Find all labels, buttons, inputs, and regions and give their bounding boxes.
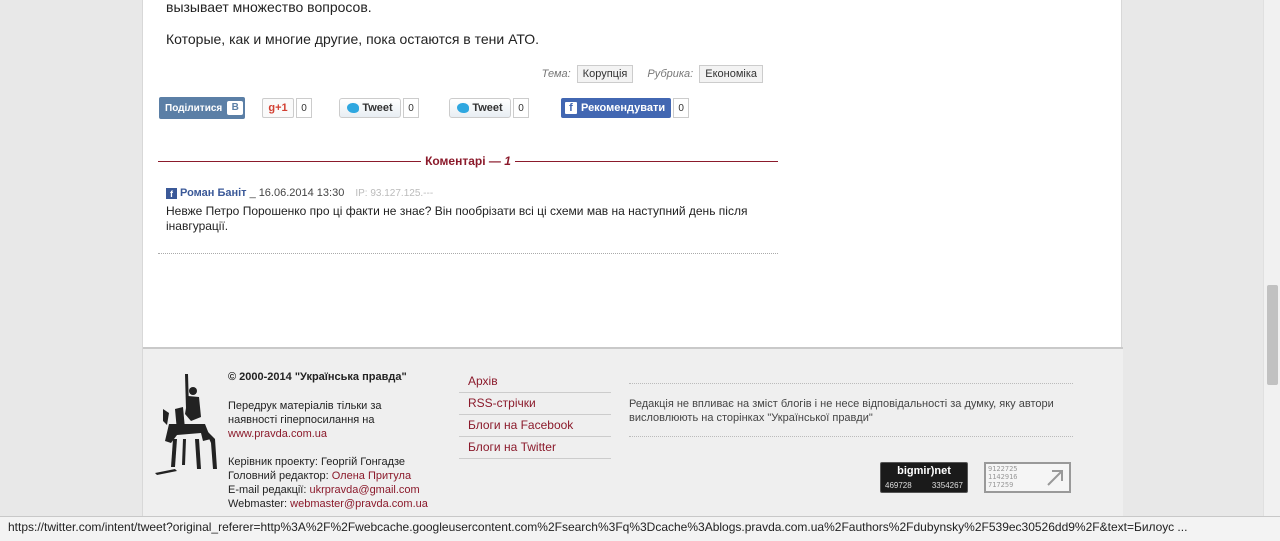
- bigmir-brand: bigmir)net: [897, 465, 951, 477]
- vk-icon: B: [227, 101, 244, 115]
- chief-editor-row: Головний редактор: Олена Притула: [228, 469, 428, 483]
- copyright: © 2000-2014 "Українська правда": [228, 371, 407, 383]
- vertical-scrollbar[interactable]: [1263, 0, 1280, 541]
- comment-author[interactable]: Роман Баніт: [180, 187, 247, 199]
- comments-title: Коментарі — 1: [421, 154, 515, 168]
- email-link[interactable]: ukrpravda@gmail.com: [309, 484, 419, 496]
- reprint-notice: Передрук матеріалів тільки за наявності …: [228, 399, 398, 441]
- facebook-count: 0: [673, 98, 690, 118]
- bigmir-count-1: 469728: [885, 481, 912, 490]
- reprint-text: Передрук матеріалів тільки за наявності …: [228, 400, 382, 426]
- link-rss[interactable]: RSS-стрічки: [459, 393, 611, 415]
- chief-editor-link[interactable]: Олена Притула: [332, 470, 411, 482]
- comment-item: f Роман Баніт _ 16.06.2014 13:30 IP: 93.…: [166, 187, 766, 234]
- divider: [514, 160, 778, 162]
- link-twitter-blogs[interactable]: Блоги на Twitter: [459, 437, 611, 459]
- email-label: E-mail редакції:: [228, 484, 310, 496]
- disclaimer: Редакція не впливає на зміст блогів і не…: [629, 383, 1073, 437]
- vk-share-label: Поділитися: [165, 102, 223, 114]
- comment-ip: IP: 93.127.125.---: [355, 187, 434, 199]
- facebook-icon: f: [166, 187, 177, 199]
- comments-title-text: Коментарі —: [425, 154, 505, 168]
- webmaster-row: Webmaster: webmaster@pravda.com.ua: [228, 497, 428, 511]
- chief-editor-label: Головний редактор:: [228, 470, 332, 482]
- tag-theme[interactable]: Корупція: [576, 65, 634, 83]
- article-paragraph: Которые, как и многие другие, пока остаю…: [166, 31, 540, 47]
- visit-counter[interactable]: 9122725 1142916 717259: [984, 462, 1071, 493]
- gplus-button[interactable]: g +1: [262, 98, 294, 118]
- webmaster-link[interactable]: webmaster@pravda.com.ua: [290, 498, 428, 510]
- project-head: Керівник проекту: Георгій Гонгадзе: [228, 456, 406, 468]
- gplus-label: +1: [275, 102, 288, 114]
- twitter-bird-icon: [347, 103, 360, 113]
- page-content: вызывает множество вопросов. Которые, ка…: [142, 0, 1123, 541]
- tweet-count: 0: [403, 98, 419, 118]
- comment-divider: [158, 253, 778, 254]
- tweet-button[interactable]: Tweet: [339, 98, 401, 118]
- visit-counter-digits: 9122725 1142916 717259: [988, 465, 1018, 489]
- webmaster-label: Webmaster:: [228, 498, 291, 510]
- footer-links: Архів RSS-стрічки Блоги на Facebook Блог…: [459, 371, 611, 459]
- twitter-bird-icon: [457, 103, 470, 113]
- link-facebook-blogs[interactable]: Блоги на Facebook: [459, 415, 611, 437]
- comments-count: 1: [504, 154, 511, 168]
- gplus-count: 0: [296, 98, 312, 118]
- browser-status-bar: https://twitter.com/intent/tweet?origina…: [0, 516, 1280, 541]
- bigmir-counter[interactable]: bigmir)net 469728 3354267: [880, 462, 968, 493]
- tweet-label: Tweet: [362, 102, 393, 114]
- vk-share-button[interactable]: Поділитися B: [159, 97, 245, 119]
- tweet-label: Tweet: [472, 102, 503, 114]
- arrow-icon: [1047, 470, 1063, 486]
- tweet-count-2: 0: [513, 98, 529, 118]
- theme-label: Тема:: [541, 68, 571, 80]
- bigmir-count-2: 3354267: [931, 481, 963, 490]
- tweet-button-2[interactable]: Tweet: [449, 98, 511, 118]
- divider: [158, 160, 422, 162]
- comments-header: Коментарі — 1: [158, 153, 778, 169]
- site-footer: © 2000-2014 "Українська правда" Передрук…: [143, 347, 1123, 541]
- facebook-recommend-label: Рекомендувати: [581, 102, 666, 114]
- share-buttons: Поділитися B g +1 0 Tweet 0 Tweet 0 f Рек…: [159, 96, 690, 120]
- link-archive[interactable]: Архів: [459, 371, 611, 393]
- facebook-icon: f: [565, 102, 577, 114]
- rubric-label: Рубрика:: [647, 68, 694, 80]
- comment-text: Невже Петро Порошенко про ці факти не зн…: [166, 204, 748, 233]
- bigmir-counts: 469728 3354267: [881, 481, 967, 490]
- comment-meta: f Роман Баніт _ 16.06.2014 13:30 IP: 93.…: [166, 187, 766, 199]
- comment-date: 16.06.2014 13:30: [258, 187, 345, 199]
- facebook-recommend-button[interactable]: f Рекомендувати: [561, 98, 672, 118]
- tag-rubric[interactable]: Економіка: [699, 65, 763, 83]
- scrollbar-thumb[interactable]: [1267, 285, 1278, 385]
- article-tags: Тема: Корупція Рубрика: Економіка: [542, 65, 771, 83]
- comment-separator: _: [249, 187, 256, 199]
- email-row: E-mail редакції: ukrpravda@gmail.com: [228, 483, 428, 497]
- article-paragraph: вызывает множество вопросов.: [166, 0, 372, 15]
- gplus-icon: g: [268, 102, 276, 114]
- staff-info: Керівник проекту: Георгій Гонгадзе Голов…: [228, 455, 428, 511]
- site-link[interactable]: www.pravda.com.ua: [228, 428, 327, 440]
- don-quixote-logo: [155, 374, 217, 475]
